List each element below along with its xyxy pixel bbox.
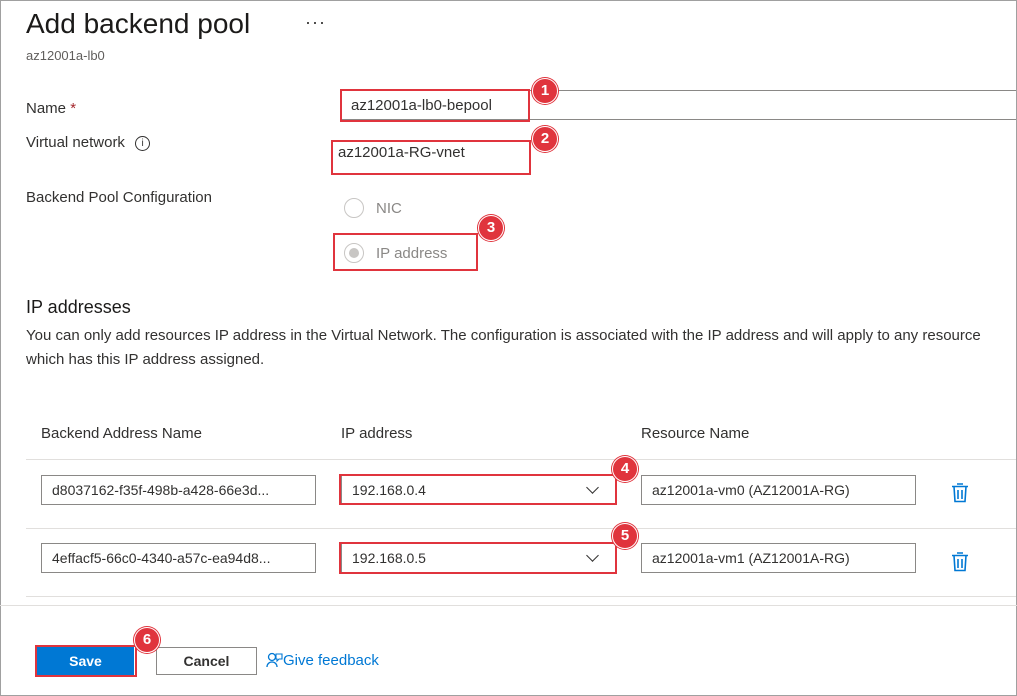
resource-name-input[interactable] [641,543,916,573]
radio-nic[interactable] [344,198,364,218]
cancel-button[interactable]: Cancel [156,647,257,675]
section-description: You can only add resources IP address in… [26,327,981,368]
ip-address-value: 192.168.0.4 [352,482,426,498]
name-label: Name * [26,100,76,117]
chevron-down-icon [586,549,599,562]
trash-icon[interactable] [950,551,970,573]
column-header-backend-name: Backend Address Name [41,425,202,442]
save-button[interactable]: Save [37,647,134,675]
backend-name-input[interactable] [41,475,316,505]
page-subtitle: az12001a-lb0 [26,48,105,63]
callout-badge: 4 [612,456,638,482]
row-divider [26,596,1016,597]
radio-ip-address[interactable] [344,243,364,263]
give-feedback-link[interactable]: Give feedback [266,652,379,669]
column-header-resource-name: Resource Name [641,425,750,442]
footer-divider [0,605,1017,606]
ip-address-dropdown[interactable]: 192.168.0.5 [341,543,616,573]
chevron-down-icon [586,481,599,494]
row-divider [26,459,1016,460]
radio-ip-address-label: IP address [376,245,448,262]
radio-nic-label: NIC [376,200,402,217]
ip-address-dropdown[interactable]: 192.168.0.4 [341,475,616,505]
name-input[interactable] [340,90,1016,120]
row-divider [26,528,1016,529]
callout-badge: 5 [612,523,638,549]
callout-badge: 1 [532,78,558,104]
callout-badge: 3 [478,215,504,241]
callout-badge: 2 [532,126,558,152]
page-title: Add backend pool [26,8,251,39]
resource-name-input[interactable] [641,475,916,505]
callout-badge: 6 [134,627,160,653]
required-marker: * [70,100,77,117]
feedback-person-icon [266,652,283,668]
backend-name-input[interactable] [41,543,316,573]
vnet-label-text: Virtual network [26,134,125,151]
config-label: Backend Pool Configuration [26,189,212,206]
vnet-value: az12001a-RG-vnet [338,144,465,161]
give-feedback-label: Give feedback [283,652,379,669]
info-icon[interactable]: i [135,136,151,151]
ip-address-value: 192.168.0.5 [352,550,426,566]
trash-icon[interactable] [950,482,970,504]
vnet-label: Virtual network i [26,134,151,151]
name-label-text: Name [26,100,67,117]
column-header-ip-address: IP address [341,425,413,442]
more-icon[interactable]: ··· [305,12,326,33]
section-title: IP addresses [26,297,131,317]
